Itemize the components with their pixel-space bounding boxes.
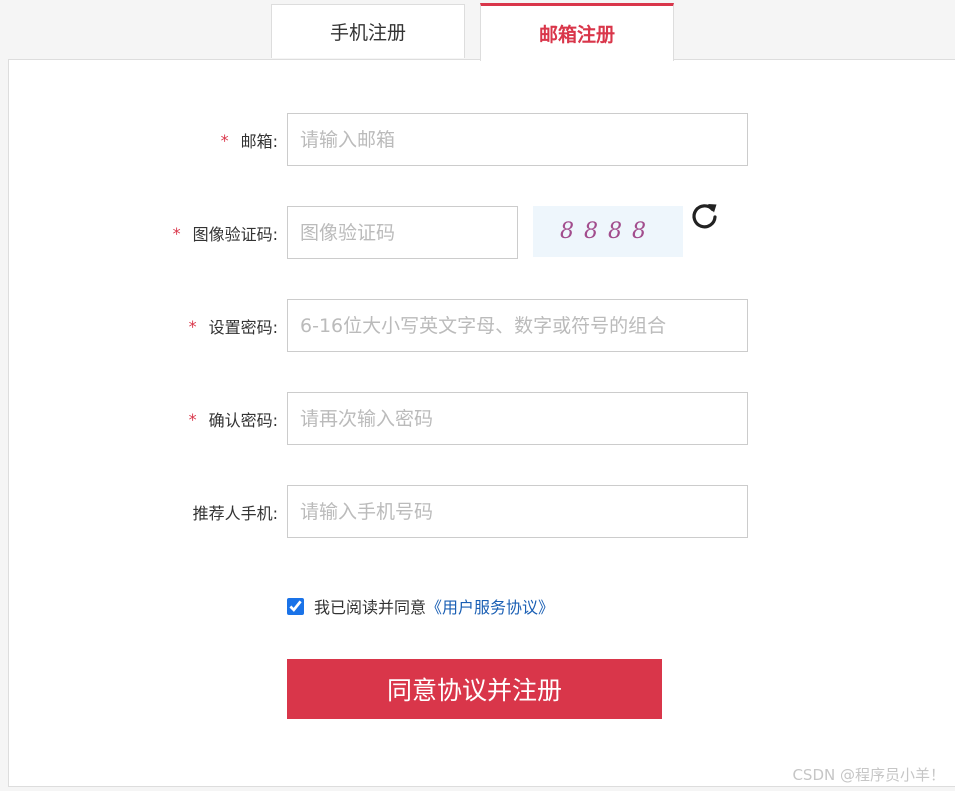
tab-phone-register[interactable]: 手机注册 xyxy=(271,4,465,58)
user-agreement-link[interactable]: 《用户服务协议》 xyxy=(426,594,554,618)
email-label: * 邮箱: xyxy=(221,113,278,167)
referrer-phone-input[interactable] xyxy=(287,485,748,538)
password-row: * 设置密码: xyxy=(0,299,955,353)
confirm-password-row: * 确认密码: xyxy=(0,392,955,446)
referrer-label-text: 推荐人手机: xyxy=(192,504,278,523)
required-mark: * xyxy=(220,130,229,150)
email-row: * 邮箱: xyxy=(0,113,955,167)
referrer-label: 推荐人手机: xyxy=(193,485,278,539)
captcha-label: * 图像验证码: xyxy=(173,206,278,260)
required-mark: * xyxy=(188,316,197,336)
captcha-label-text: 图像验证码: xyxy=(192,225,278,244)
tab-email-register[interactable]: 邮箱注册 xyxy=(480,3,674,61)
submit-register-button[interactable]: 同意协议并注册 xyxy=(287,659,662,719)
watermark: CSDN @程序员小羊！ xyxy=(792,766,945,784)
tab-bar: 手机注册 邮箱注册 xyxy=(0,0,955,61)
confirm-password-label: * 确认密码: xyxy=(189,392,278,446)
captcha-input[interactable] xyxy=(287,206,518,259)
password-input[interactable] xyxy=(287,299,748,352)
agreement-checkbox[interactable] xyxy=(287,597,304,615)
password-label: * 设置密码: xyxy=(189,299,278,353)
password-label-text: 设置密码: xyxy=(208,318,278,337)
refresh-icon[interactable] xyxy=(688,200,722,234)
required-mark: * xyxy=(172,223,181,243)
email-label-text: 邮箱: xyxy=(240,132,278,151)
captcha-row: * 图像验证码: 8888 xyxy=(0,204,955,260)
captcha-image[interactable]: 8888 xyxy=(533,206,683,257)
required-mark: * xyxy=(188,409,197,429)
referrer-row: 推荐人手机: xyxy=(0,485,955,539)
confirm-password-label-text: 确认密码: xyxy=(208,411,278,430)
agreement-row: 我已阅读并同意 《用户服务协议》 xyxy=(287,593,554,619)
email-input[interactable] xyxy=(287,113,748,166)
agreement-text: 我已阅读并同意 xyxy=(314,598,427,617)
confirm-password-input[interactable] xyxy=(287,392,748,445)
